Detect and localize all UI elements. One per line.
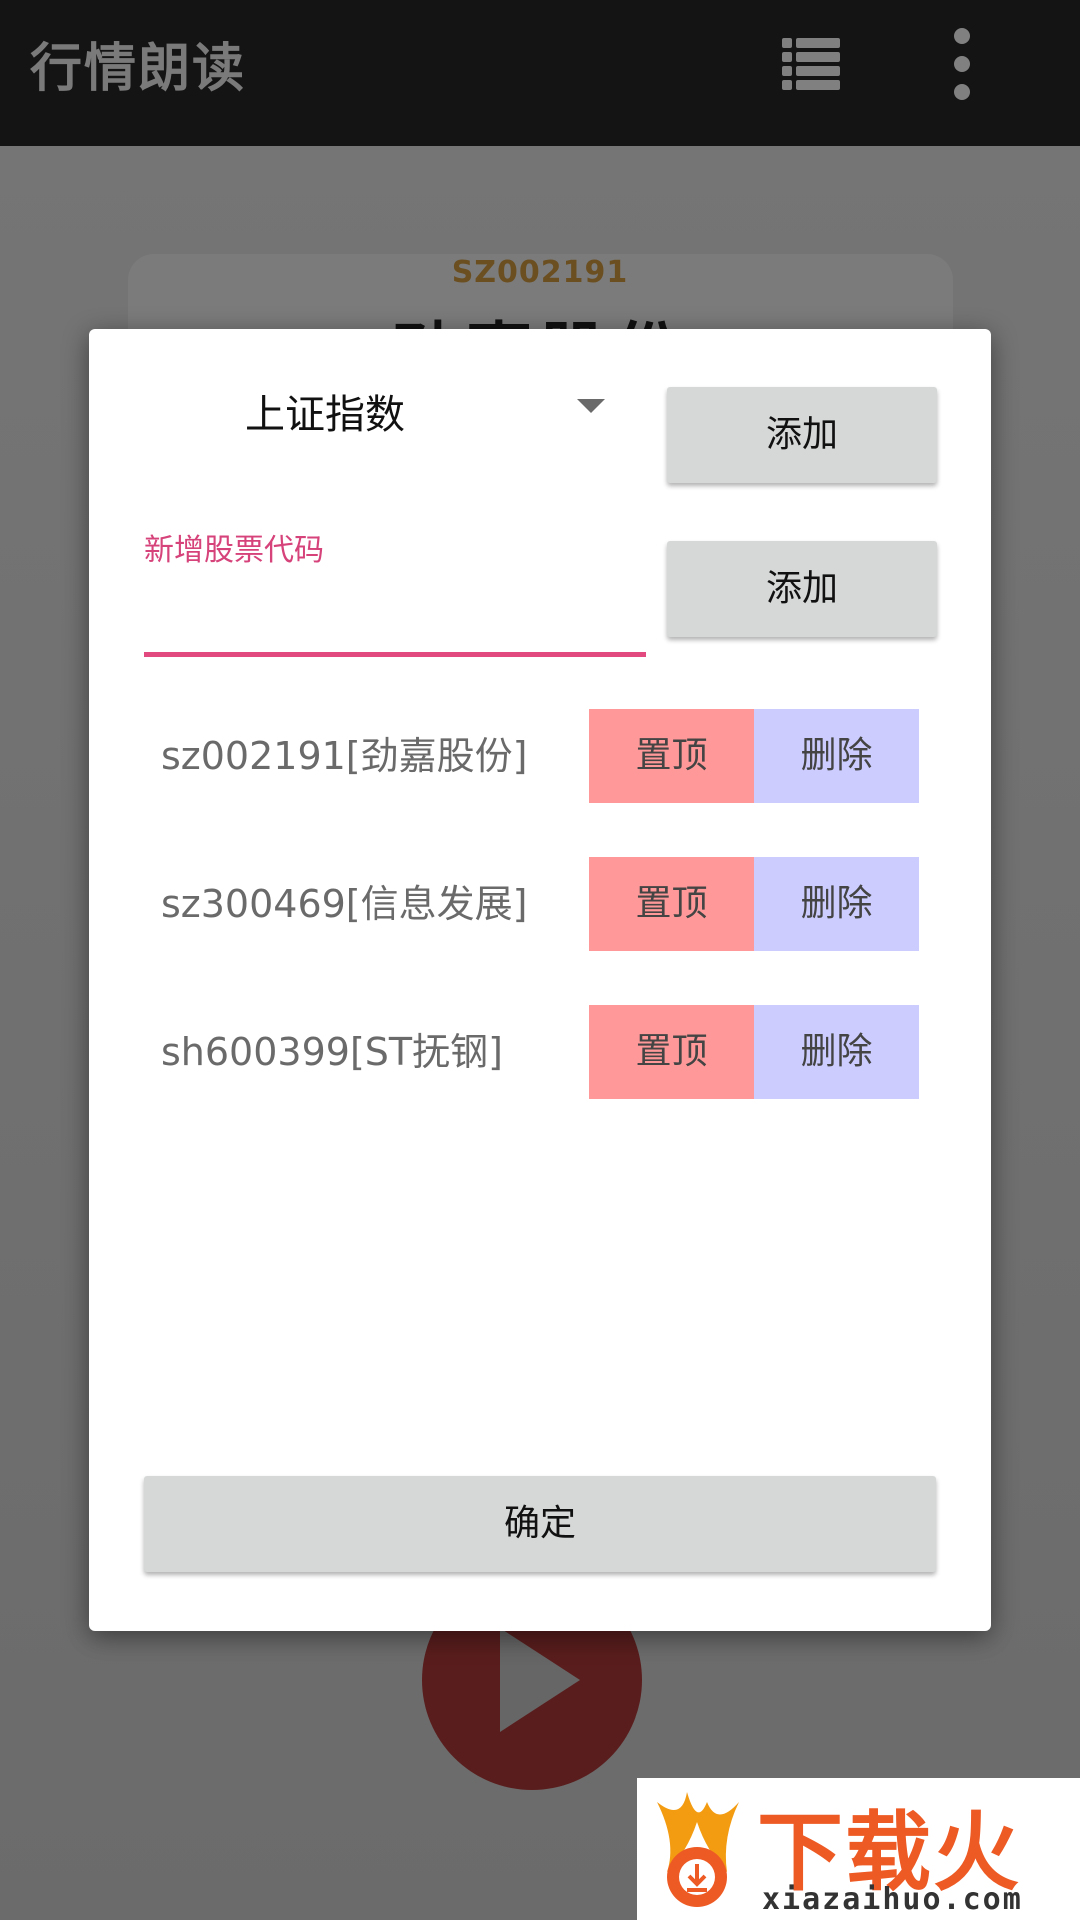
stock-row: sh600399[ST抚钢] 置顶 删除	[89, 1005, 991, 1099]
app-title: 行情朗读	[30, 39, 247, 99]
stock-code: SZ002191	[451, 255, 629, 290]
stock-dialog: 上证指数 添加 新增股票代码 添加 sz002191[劲嘉股份] 置顶 删除 s…	[89, 329, 991, 1631]
pin-top-button[interactable]: 置顶	[589, 709, 754, 803]
stock-row: sz002191[劲嘉股份] 置顶 删除	[89, 709, 991, 803]
dropdown-arrow-icon[interactable]	[577, 399, 605, 413]
spinner-value: 上证指数	[245, 392, 405, 438]
stock-code-input[interactable]	[144, 575, 646, 645]
stock-label: sh600399[ST抚钢]	[161, 1030, 503, 1074]
add-index-button[interactable]: 添加	[667, 387, 937, 483]
pin-top-button[interactable]: 置顶	[589, 1005, 754, 1099]
index-spinner[interactable]: 上证指数	[155, 379, 605, 451]
input-underline	[144, 652, 646, 657]
watermark: 下载火 xiazaihuo.com	[637, 1778, 1080, 1920]
delete-button[interactable]: 删除	[754, 1005, 919, 1099]
stock-label: sz002191[劲嘉股份]	[161, 734, 528, 778]
delete-button[interactable]: 删除	[754, 857, 919, 951]
delete-button[interactable]: 删除	[754, 709, 919, 803]
more-vert-icon[interactable]	[952, 26, 974, 102]
ok-button[interactable]: 确定	[144, 1476, 936, 1572]
add-stock-button[interactable]: 添加	[667, 541, 937, 637]
stock-label: sz300469[信息发展]	[161, 882, 528, 926]
watermark-url: xiazaihuo.com	[762, 1882, 1023, 1917]
flame-logo-icon	[657, 1792, 739, 1907]
stock-code-input-label: 新增股票代码	[144, 533, 324, 568]
pin-top-button[interactable]: 置顶	[589, 857, 754, 951]
list-icon[interactable]	[782, 36, 840, 90]
app-bar: 行情朗读	[0, 0, 1080, 146]
play-icon	[500, 1628, 580, 1732]
stock-row: sz300469[信息发展] 置顶 删除	[89, 857, 991, 951]
